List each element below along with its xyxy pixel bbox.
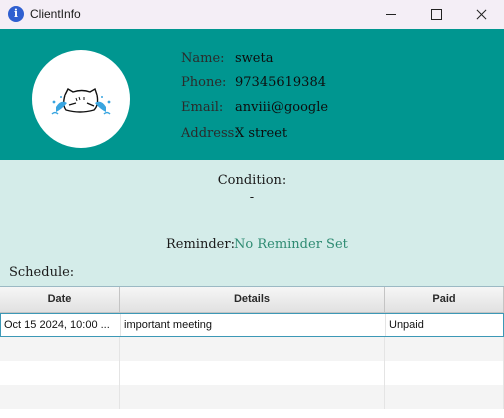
condition-panel: Condition: - Reminder: No Reminder Set S… — [0, 160, 504, 286]
empty-cell — [120, 337, 385, 361]
client-header: Name: sweta Phone: 97345619384 Email: an… — [0, 29, 504, 160]
info-icon: i — [8, 6, 24, 22]
cat-splash-avatar-image — [51, 87, 111, 115]
address-value: X street — [235, 126, 288, 141]
title-bar: i ClientInfo — [0, 0, 504, 29]
column-header-date[interactable]: Date — [0, 287, 120, 312]
empty-table-row — [0, 361, 504, 385]
empty-table-row — [0, 385, 504, 409]
close-button[interactable] — [459, 0, 504, 29]
empty-cell — [120, 385, 385, 409]
window-title: ClientInfo — [30, 7, 81, 21]
empty-cell — [0, 337, 120, 361]
cell-details: important meeting — [121, 314, 386, 336]
schedule-label: Schedule: — [9, 265, 75, 280]
client-info-window: i ClientInfo Name: sweta Phone: 97345619… — [0, 0, 504, 418]
maximize-icon — [431, 9, 442, 20]
column-header-paid[interactable]: Paid — [385, 287, 504, 312]
phone-label: Phone: — [181, 75, 227, 90]
minimize-icon — [386, 14, 396, 15]
maximize-button[interactable] — [414, 0, 459, 29]
empty-cell — [385, 385, 504, 409]
cell-date: Oct 15 2024, 10:00 ... — [1, 314, 121, 336]
empty-table-row — [0, 337, 504, 361]
table-row[interactable]: Oct 15 2024, 10:00 ... important meeting… — [0, 313, 504, 337]
empty-cell — [0, 385, 120, 409]
email-label: Email: — [181, 100, 224, 115]
condition-label: Condition: — [217, 173, 287, 188]
empty-cell — [120, 361, 385, 385]
address-label: Address: — [181, 126, 239, 141]
schedule-table[interactable]: Date Details Paid Oct 15 2024, 10:00 ...… — [0, 286, 504, 418]
column-header-details[interactable]: Details — [120, 287, 385, 312]
empty-cell — [385, 337, 504, 361]
minimize-button[interactable] — [369, 0, 414, 29]
email-value: anviii@google — [235, 100, 329, 115]
condition-value: - — [249, 190, 255, 205]
phone-value: 97345619384 — [235, 75, 326, 90]
reminder-value: No Reminder Set — [234, 237, 348, 252]
reminder-label: Reminder: — [166, 237, 235, 252]
avatar — [32, 50, 130, 148]
name-value: sweta — [235, 51, 274, 66]
table-header: Date Details Paid — [0, 287, 504, 313]
cell-paid: Unpaid — [386, 314, 504, 336]
empty-cell — [0, 361, 120, 385]
name-label: Name: — [181, 51, 225, 66]
empty-cell — [385, 361, 504, 385]
